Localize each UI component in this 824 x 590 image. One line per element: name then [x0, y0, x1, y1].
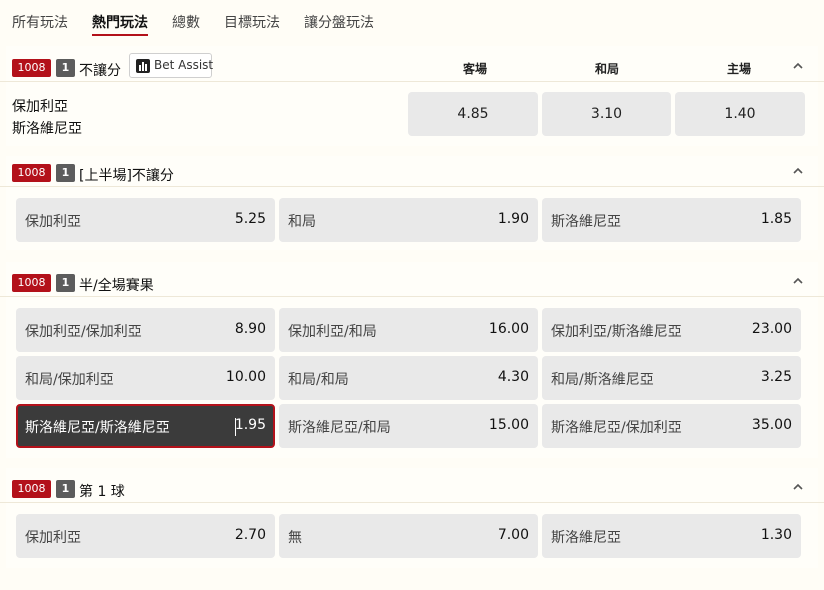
- column-draw: 和局: [594, 62, 619, 76]
- selection-label: 和局/斯洛維尼亞: [551, 372, 654, 388]
- odds-cell[interactable]: 和局 1.90: [279, 198, 538, 242]
- odds-cell[interactable]: 無 7.00: [279, 514, 538, 558]
- odds-cell[interactable]: 保加利亞/斯洛維尼亞 23.00: [542, 308, 801, 352]
- bet-assist-button[interactable]: Bet Assist: [129, 53, 214, 78]
- selection-label: 保加利亞: [25, 530, 81, 546]
- market-id-badge: 1008: [12, 480, 51, 498]
- selection-label: 斯洛維尼亞/斯洛維尼亞: [25, 420, 170, 436]
- selection-odds: 1.30: [760, 527, 792, 543]
- selection-label: 和局/和局: [288, 372, 349, 388]
- chevron-up-icon[interactable]: [792, 481, 804, 493]
- selection-odds: 4.30: [497, 369, 529, 385]
- market-tabs: 所有玩法 熱門玩法 總數 目標玩法 讓分盤玩法: [0, 0, 824, 40]
- market-title: 半/全場賽果: [79, 278, 154, 294]
- odds-cell[interactable]: 和局/保加利亞 10.00: [16, 356, 275, 400]
- market-header-first-half-result[interactable]: 1008 1 [上半場]不讓分: [0, 155, 824, 187]
- market-header-first-goal[interactable]: 1008 1 第 1 球: [0, 471, 824, 503]
- odds-cell[interactable]: 保加利亞 2.70: [16, 514, 275, 558]
- column-away: 客場: [462, 62, 487, 76]
- selection-label: 斯洛維尼亞: [551, 530, 621, 546]
- tab-handicap-markets[interactable]: 讓分盤玩法: [304, 12, 374, 32]
- odds-button-away[interactable]: 4.85: [408, 92, 538, 136]
- selection-odds: 2.70: [234, 527, 266, 543]
- tab-all-markets[interactable]: 所有玩法: [12, 12, 68, 32]
- market-id-badge: 1008: [12, 59, 51, 77]
- odds-button-home[interactable]: 1.40: [675, 92, 805, 136]
- odds-cell[interactable]: 和局/和局 4.30: [279, 356, 538, 400]
- selection-label: 保加利亞/斯洛維尼亞: [551, 324, 682, 340]
- tab-goal-markets[interactable]: 目標玩法: [224, 12, 280, 32]
- selection-label: 斯洛維尼亞/和局: [288, 420, 391, 436]
- selection-odds: 10.00: [225, 369, 266, 385]
- selection-odds: 35.00: [751, 417, 792, 433]
- selection-odds: 23.00: [751, 321, 792, 337]
- bar-chart-icon: [136, 59, 150, 73]
- odds-cell[interactable]: 保加利亞/和局 16.00: [279, 308, 538, 352]
- selection-label: 保加利亞/保加利亞: [25, 324, 142, 340]
- odds-button-draw[interactable]: 3.10: [542, 92, 671, 136]
- odds-cell[interactable]: 斯洛維尼亞 1.85: [542, 198, 801, 242]
- selection-label: 保加利亞/和局: [288, 324, 377, 340]
- market-count-badge: 1: [56, 164, 75, 182]
- selection-label: 斯洛維尼亞: [551, 214, 621, 230]
- selection-odds: 16.00: [488, 321, 529, 337]
- market-id-badge: 1008: [12, 164, 51, 182]
- selection-odds: 1.90: [497, 211, 529, 227]
- selection-odds: 1.95: [234, 417, 266, 433]
- market-count-badge: 1: [56, 59, 75, 77]
- selection-label: 無: [288, 530, 302, 546]
- tab-popular-markets[interactable]: 熱門玩法: [92, 12, 148, 32]
- odds-cell[interactable]: 和局/斯洛維尼亞 3.25: [542, 356, 801, 400]
- selection-odds: 8.90: [234, 321, 266, 337]
- odds-cell-selected[interactable]: 斯洛維尼亞/斯洛維尼亞 1.95: [16, 404, 275, 448]
- odds-cell[interactable]: 斯洛維尼亞 1.30: [542, 514, 801, 558]
- selection-odds: 3.25: [760, 369, 792, 385]
- market-count-badge: 1: [56, 480, 75, 498]
- selection-odds: 7.00: [497, 527, 529, 543]
- market-title: 第 1 球: [79, 484, 125, 500]
- selection-odds: 1.85: [760, 211, 792, 227]
- column-home: 主場: [726, 62, 751, 76]
- market-header-half-full-time[interactable]: 1008 1 半/全場賽果: [0, 265, 824, 297]
- market-id-badge: 1008: [12, 274, 51, 292]
- team-name-1: 保加利亞: [12, 99, 68, 115]
- active-tab-indicator: [92, 34, 148, 36]
- selection-label: 和局: [288, 214, 316, 230]
- selection-odds: 15.00: [488, 417, 529, 433]
- odds-cell[interactable]: 保加利亞/保加利亞 8.90: [16, 308, 275, 352]
- bet-assist-label: Bet Assist: [154, 58, 214, 72]
- odds-cell[interactable]: 保加利亞 5.25: [16, 198, 275, 242]
- odds-cell[interactable]: 斯洛維尼亞/和局 15.00: [279, 404, 538, 448]
- tab-totals[interactable]: 總數: [172, 12, 200, 32]
- chevron-up-icon[interactable]: [792, 275, 804, 287]
- selection-label: 保加利亞: [25, 214, 81, 230]
- selection-label: 和局/保加利亞: [25, 372, 114, 388]
- market-count-badge: 1: [56, 274, 75, 292]
- market-title: 不讓分: [79, 63, 121, 79]
- odds-cell[interactable]: 斯洛維尼亞/保加利亞 35.00: [542, 404, 801, 448]
- selection-label: 斯洛維尼亞/保加利亞: [551, 420, 682, 436]
- selection-odds: 5.25: [234, 211, 266, 227]
- team-name-2: 斯洛維尼亞: [12, 121, 82, 137]
- market-title: [上半場]不讓分: [79, 168, 174, 184]
- chevron-up-icon[interactable]: [792, 165, 804, 177]
